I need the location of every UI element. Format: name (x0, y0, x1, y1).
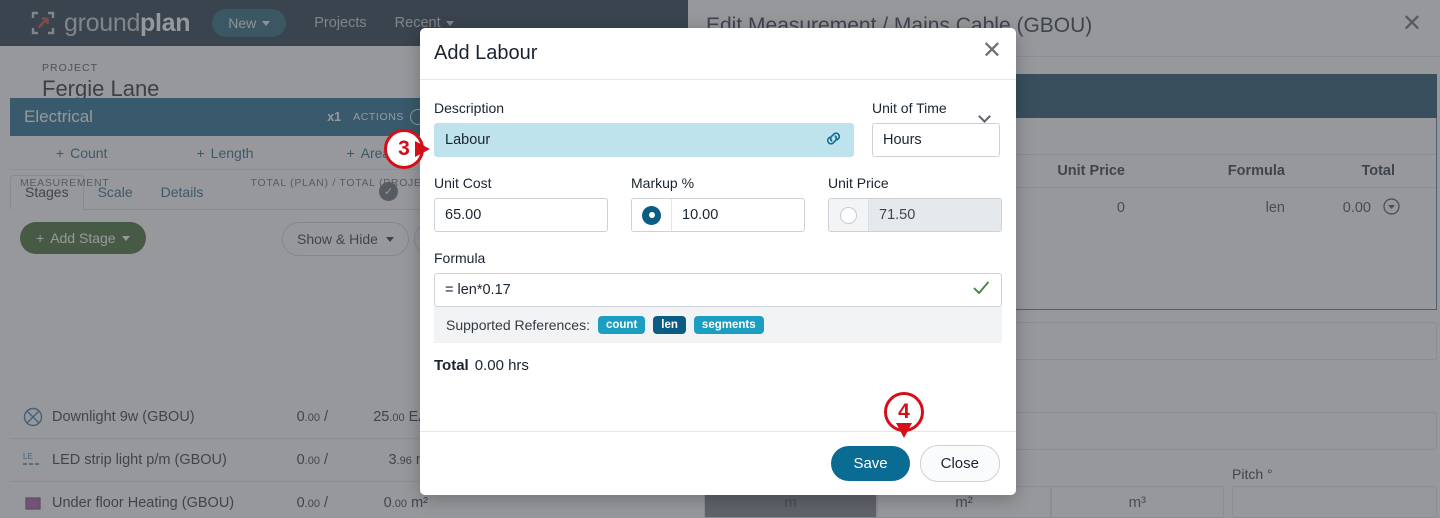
unit-price-label: Unit Price (828, 175, 889, 191)
formula-input[interactable]: = len*0.17 (434, 273, 1002, 307)
unit-cost-label: Unit Cost (434, 175, 492, 191)
formula-value: = len*0.17 (445, 282, 511, 298)
unit-price-group: 71.50 (828, 198, 1002, 232)
app-root: groundplan New Projects Recent PROJECT F… (0, 0, 1440, 518)
markup-input[interactable]: 10.00 (672, 199, 804, 231)
reference-badge-count[interactable]: count (597, 316, 646, 334)
markup-label: Markup % (631, 175, 695, 191)
supported-references-bar: Supported References: count len segments (434, 307, 1002, 343)
dialog-header: Add Labour ✕ (420, 28, 1016, 80)
markup-group: 10.00 (631, 198, 805, 232)
check-icon (971, 278, 991, 302)
reference-badge-len[interactable]: len (653, 316, 686, 334)
unit-of-time-value: Hours (883, 132, 922, 148)
annotation-marker-4: 4 (884, 392, 924, 438)
dialog-body: Description Labour Unit of Time Hours Un… (420, 80, 1016, 343)
unit-price-input: 71.50 (869, 199, 1001, 231)
description-label: Description (434, 100, 505, 116)
dialog-title: Add Labour (434, 42, 538, 64)
unit-cost-input[interactable]: 65.00 (434, 198, 608, 232)
close-button[interactable]: Close (919, 445, 1000, 482)
formula-label: Formula (434, 250, 486, 266)
supported-references-label: Supported References: (446, 317, 590, 333)
radio-unselected-icon (840, 206, 857, 224)
unit-price-value: 71.50 (879, 207, 916, 223)
reference-badge-segments[interactable]: segments (693, 316, 764, 334)
markup-radio[interactable] (632, 199, 672, 231)
unit-cost-value: 65.00 (445, 207, 482, 223)
markup-value: 10.00 (682, 207, 719, 223)
save-button[interactable]: Save (831, 446, 910, 481)
description-value: Labour (445, 132, 491, 148)
link-icon[interactable] (824, 129, 843, 152)
unit-price-radio[interactable] (829, 199, 869, 231)
radio-selected-icon (643, 206, 660, 224)
annotation-marker-3: 3 (384, 129, 430, 169)
close-icon[interactable]: ✕ (982, 39, 1002, 63)
description-input[interactable]: Labour (434, 123, 854, 157)
total-value: 0.00 hrs (474, 357, 529, 374)
total-label: Total (434, 357, 469, 374)
dialog-footer: Save Close (420, 431, 1016, 495)
total-row: Total 0.00 hrs (420, 343, 1016, 374)
unit-of-time-select[interactable]: Hours (872, 110, 1000, 157)
add-labour-dialog: Add Labour ✕ Description Labour Unit of … (420, 28, 1016, 495)
